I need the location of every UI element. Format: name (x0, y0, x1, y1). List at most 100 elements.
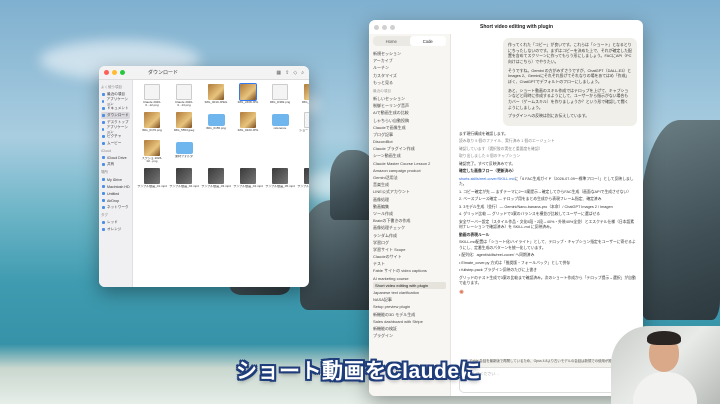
session-item[interactable]: プラグイン (373, 332, 446, 339)
session-item[interactable]: 学習ログ (373, 239, 446, 246)
tool-call-summary[interactable]: 取り出しました 5 個のキャプション (459, 154, 637, 160)
file-item[interactable]: IMG_0220.JPG (233, 112, 263, 138)
session-item[interactable]: ルーチン (373, 64, 446, 71)
session-item[interactable]: カスタマイズ (373, 72, 446, 79)
tab-code[interactable]: Code (409, 36, 446, 46)
sidebar-item[interactable]: Untitled (101, 190, 130, 197)
search-icon[interactable]: ⌕ (301, 70, 304, 76)
file-thumbnail (144, 168, 160, 184)
session-item[interactable]: Gemini活用法 (373, 174, 446, 181)
sidebar-item[interactable]: ドキュメント (101, 105, 130, 112)
file-item[interactable]: サンプル動画_03.mp4 (201, 168, 231, 194)
session-item[interactable]: テスト (373, 260, 446, 267)
sidebar-item[interactable]: AirDrop (101, 197, 130, 204)
session-item[interactable]: しゃちらい自動投稿 (373, 117, 446, 124)
file-thumbnail (304, 168, 309, 184)
session-item[interactable]: Fable サイトの video captions (373, 267, 446, 274)
session-item[interactable]: Claude Master Course Lesson 2 (373, 160, 446, 167)
session-item[interactable]: Setup preview plugin (373, 303, 446, 310)
sidebar-section-header: タグ (101, 213, 108, 217)
tool-call-summary[interactable]: 読み取り 5 個のファイル、実行済み 1 個のエージェント (459, 139, 637, 145)
view-grid-icon[interactable]: ▦ (276, 70, 281, 76)
session-item[interactable]: NASA記事 (373, 296, 446, 303)
sidebar-item[interactable]: オレンジ (101, 226, 130, 233)
tab-home[interactable]: Home (373, 36, 410, 46)
session-item[interactable]: Japanese text clarification (373, 289, 446, 296)
file-item[interactable]: IMG_2468.JPG (233, 83, 263, 110)
file-thumbnail (144, 84, 160, 100)
file-item[interactable]: IMG_0155.png (201, 112, 231, 138)
bullet-item: • 配列化：agent/skills/reel-cover/ へ同期済み (459, 253, 535, 258)
sidebar-item[interactable]: 共有 (101, 161, 130, 168)
share-icon[interactable]: ⇪ (285, 70, 289, 76)
session-item[interactable]: 新規セッション (373, 50, 446, 57)
file-item[interactable]: IMG_5553.jpeg (169, 112, 199, 138)
session-item[interactable]: Short video editing with plugin (373, 281, 446, 289)
session-item[interactable]: ランダム作成 (373, 232, 446, 239)
tool-call-summary[interactable]: 確認しています（選択肢の実在と重要度を確認） (459, 147, 637, 153)
sidebar-item[interactable]: レッド (101, 219, 130, 226)
file-item[interactable]: サンプル動画_06.mp4 (297, 168, 309, 194)
claude-titlebar: Short video editing with plugin (369, 20, 643, 34)
finder-sidebar: よく使う項目 最近の項目 アプリケーション ドキュメント ダウンロード デスクトップ アプリ… (99, 80, 133, 287)
file-item[interactable]: サンプル動画_05.mp4 (265, 168, 295, 194)
session-item[interactable]: Claudeのサイト (373, 253, 446, 260)
sidebar-item[interactable]: ネットワーク (101, 204, 130, 211)
sidebar-item[interactable]: アプリケーション (101, 97, 130, 106)
minimize-button[interactable] (382, 24, 387, 30)
session-item[interactable]: 動画編集 (373, 203, 446, 210)
session-item[interactable]: 音楽生成 (373, 181, 446, 188)
file-item[interactable]: IMG_0176.png (137, 112, 167, 138)
session-item[interactable]: Amazon campaign product (373, 167, 446, 174)
zoom-button[interactable] (120, 70, 125, 75)
session-item[interactable]: DiscordBot (373, 138, 446, 145)
session-item[interactable]: 新機能の3D モデル生成 (373, 311, 446, 318)
session-item[interactable]: AI marketing course (373, 275, 446, 282)
session-item[interactable]: Sales dashboard with Stripe (373, 318, 446, 325)
session-item[interactable]: 学習サイト Scope (373, 246, 446, 253)
tag-icon[interactable]: ◇ (293, 70, 297, 76)
file-item[interactable]: Claude 2026-0...13.png (169, 84, 199, 110)
sidebar-item[interactable]: ダウンロード (101, 112, 130, 119)
file-item[interactable]: サンプル動画_01.mp4 (137, 168, 167, 194)
folder-icon (102, 93, 105, 96)
session-item[interactable]: Claude プラグイン作成 (373, 145, 446, 152)
sidebar-item[interactable]: My iDrive (101, 176, 130, 183)
session-item[interactable]: もっと見る (373, 79, 446, 86)
session-item[interactable]: 新機能の検証 (373, 325, 446, 332)
file-name: Claude 2026-0...12.png (142, 101, 161, 108)
session-item[interactable]: シーン動画生成 (373, 152, 446, 159)
file-item[interactable]: ショート動画_制作 (297, 112, 309, 138)
sidebar-item[interactable]: ムービー (101, 140, 130, 147)
file-item[interactable]: IMG_0010.JPEG (201, 84, 231, 110)
close-button[interactable] (104, 70, 109, 75)
session-item[interactable]: 画像処理チェック (373, 224, 446, 231)
file-item[interactable]: reference (265, 112, 295, 138)
file-name: サンプル動画_04.mp4 (233, 185, 263, 188)
file-item[interactable]: IMG_D382.png (265, 84, 295, 110)
sidebar-item[interactable]: アプリケーション (101, 125, 130, 134)
file-item[interactable]: サンプル動画_04.mp4 (233, 168, 263, 194)
minimize-button[interactable] (112, 70, 117, 75)
file-link[interactable]: shorts-skills/reel-cover/SKILL.md (459, 177, 515, 181)
sidebar-item[interactable]: Macintosh HD (101, 183, 130, 190)
session-item[interactable]: Claudeで画像生成 (373, 124, 446, 131)
session-item[interactable]: ツール作成 (373, 210, 446, 217)
file-item[interactable]: Claude 2026-0...12.png (137, 84, 167, 110)
session-item[interactable]: 新しいセッション (373, 95, 446, 102)
file-item[interactable]: スクショ 2026-02...png (137, 140, 167, 166)
session-item[interactable]: 画像処理 (373, 196, 446, 203)
file-item[interactable]: IMG_8177.jpeg (297, 84, 309, 110)
session-item[interactable]: ブログ記事 (373, 131, 446, 138)
close-button[interactable] (374, 24, 379, 30)
file-item[interactable]: サンプル動画_02.mp4 (169, 168, 199, 194)
zoom-button[interactable] (390, 24, 395, 30)
session-item[interactable]: Brainの下書きの作成 (373, 217, 446, 224)
file-item[interactable]: 素材フォルダ (169, 140, 199, 166)
session-item[interactable]: AIで動画生成の比較 (373, 109, 446, 116)
sidebar-item[interactable]: iCloud Drive (101, 154, 130, 161)
session-item[interactable]: 制御ヒーリング音声 (373, 102, 446, 109)
session-item[interactable]: アーカイブ (373, 57, 446, 64)
composer-placeholder: 返信してください… (465, 372, 499, 376)
session-item[interactable]: LINE公式アカウント (373, 188, 446, 195)
